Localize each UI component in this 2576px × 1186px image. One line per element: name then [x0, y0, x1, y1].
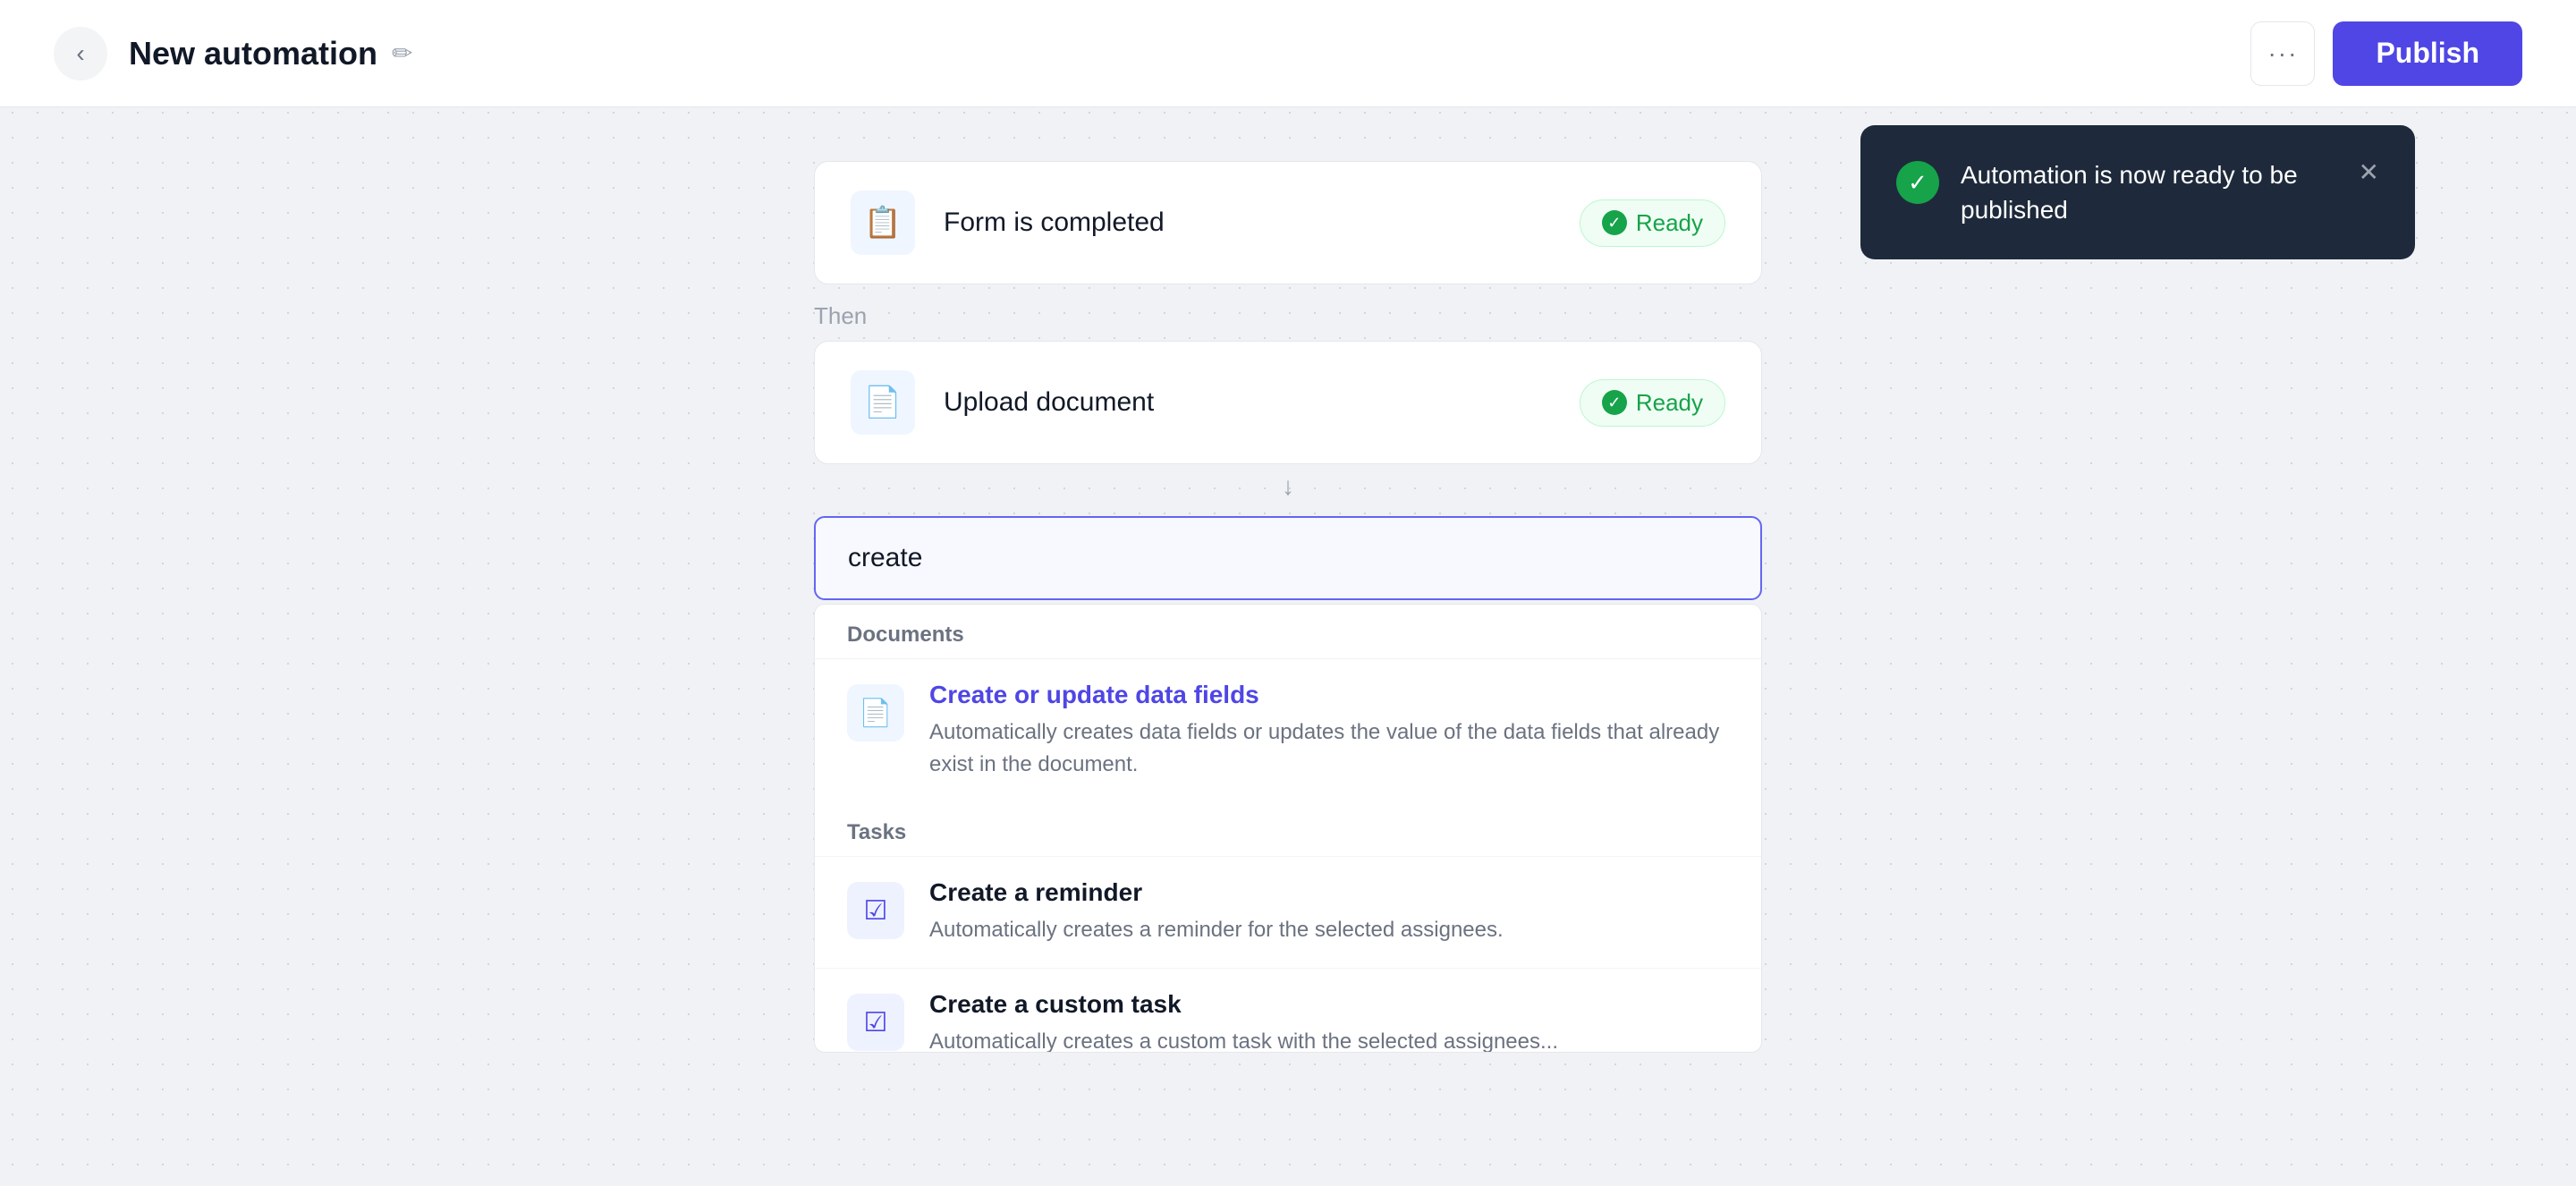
trigger-icon-glyph: 📋 — [864, 205, 902, 241]
header-left: ‹ New automation ✏ — [54, 27, 412, 80]
content-area: 📋 Form is completed ✓ Ready Then 📄 Uploa… — [814, 107, 1762, 1106]
automation-canvas: 📋 Form is completed ✓ Ready Then 📄 Uploa… — [0, 107, 2576, 1186]
action-label: Upload document — [944, 387, 1551, 418]
dropdown-item-create-custom-task[interactable]: ☑ Create a custom task Automatically cre… — [815, 968, 1761, 1052]
item-desc-custom-task: Automatically creates a custom task with… — [929, 1026, 1729, 1052]
publish-button[interactable]: Publish — [2333, 21, 2522, 86]
item-title-custom-task: Create a custom task — [929, 990, 1729, 1019]
arrow-icon: ↓ — [1282, 472, 1294, 501]
item-icon-create-update: 📄 — [847, 684, 904, 741]
item-content-create-update: Create or update data fields Automatical… — [929, 681, 1729, 781]
action-icon-glyph: 📄 — [864, 385, 902, 420]
item-icon-reminder: ☑ — [847, 882, 904, 939]
dropdown-item-create-update-data-fields[interactable]: 📄 Create or update data fields Automatic… — [815, 658, 1761, 802]
item-content-custom-task: Create a custom task Automatically creat… — [929, 990, 1729, 1052]
section-header-documents: Documents — [815, 605, 1761, 658]
app-header: ‹ New automation ✏ ··· Publish — [0, 0, 2576, 107]
title-wrap: New automation ✏ — [129, 35, 412, 72]
trigger-card[interactable]: 📋 Form is completed ✓ Ready — [814, 161, 1762, 284]
item-icon-glyph-reminder: ☑ — [864, 895, 888, 927]
item-desc-reminder: Automatically creates a reminder for the… — [929, 914, 1729, 946]
item-icon-custom-task: ☑ — [847, 994, 904, 1051]
trigger-badge-label: Ready — [1636, 209, 1703, 237]
item-title-reminder: Create a reminder — [929, 878, 1729, 907]
page-title: New automation — [129, 35, 377, 72]
trigger-icon: 📋 — [851, 191, 915, 255]
item-title-create-update: Create or update data fields — [929, 681, 1729, 709]
action-check-icon: ✓ — [1602, 390, 1627, 415]
back-button[interactable]: ‹ — [54, 27, 107, 80]
trigger-ready-badge: ✓ Ready — [1580, 199, 1725, 247]
dropdown-item-create-reminder[interactable]: ☑ Create a reminder Automatically create… — [815, 856, 1761, 968]
action-badge-label: Ready — [1636, 389, 1703, 417]
item-icon-glyph-create-update: 📄 — [859, 698, 892, 729]
more-icon: ··· — [2267, 39, 2298, 68]
action-search-input[interactable] — [814, 516, 1762, 600]
action-icon: 📄 — [851, 370, 915, 435]
back-icon: ‹ — [76, 39, 84, 68]
section-header-tasks: Tasks — [815, 802, 1761, 856]
action-dropdown: Documents 📄 Create or update data fields… — [814, 604, 1762, 1053]
toast-notification: ✓ Automation is now ready to be publishe… — [1860, 125, 2415, 259]
action-ready-badge: ✓ Ready — [1580, 379, 1725, 427]
dropdown-scroll[interactable]: Documents 📄 Create or update data fields… — [815, 605, 1761, 1052]
trigger-check-icon: ✓ — [1602, 210, 1627, 235]
trigger-label: Form is completed — [944, 208, 1551, 238]
toast-close-button[interactable]: ✕ — [2359, 157, 2379, 187]
action-card[interactable]: 📄 Upload document ✓ Ready — [814, 341, 1762, 464]
edit-icon[interactable]: ✏ — [392, 38, 412, 68]
item-icon-glyph-custom-task: ☑ — [864, 1007, 888, 1038]
toast-check-icon: ✓ — [1896, 161, 1939, 204]
toast-text: Automation is now ready to be published — [1961, 157, 2337, 227]
item-desc-create-update: Automatically creates data fields or upd… — [929, 716, 1729, 781]
header-right: ··· Publish — [2250, 21, 2522, 86]
more-options-button[interactable]: ··· — [2250, 21, 2315, 86]
arrow-connector: ↓ — [1282, 464, 1294, 509]
then-label: Then — [814, 284, 867, 341]
item-content-reminder: Create a reminder Automatically creates … — [929, 878, 1729, 946]
